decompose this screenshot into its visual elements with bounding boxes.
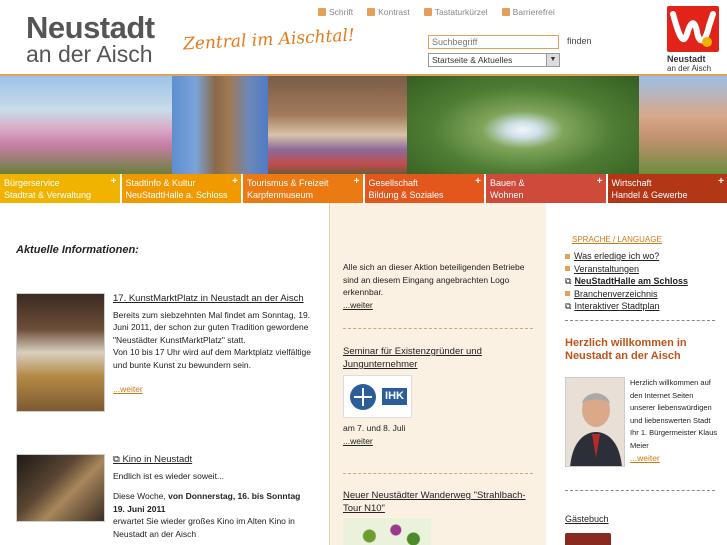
- external-link-icon: ⧉: [565, 301, 572, 311]
- news-body: Bereits zum siebzehnten Mal findet am So…: [113, 309, 311, 345]
- highlight-title[interactable]: Neuer Neustädter Wanderweg "Strahlbach-T…: [343, 489, 533, 515]
- nav-item-bauen[interactable]: Bauen & Wohnen +: [486, 174, 608, 203]
- read-more-link[interactable]: ...weiter: [630, 453, 660, 463]
- guestbook-link[interactable]: Gästebuch: [565, 514, 609, 524]
- search-input[interactable]: Suchbegriff: [428, 35, 559, 49]
- highlight-item: Seminar für Existenzgründer und Jungunte…: [343, 345, 533, 447]
- guestbook-image[interactable]: [565, 533, 611, 545]
- news-item: 17. KunstMarktPlatz in Neustadt an der A…: [16, 293, 321, 418]
- search-button[interactable]: finden: [567, 36, 592, 46]
- highlight-body: Alle sich an dieser Aktion beteiligenden…: [343, 262, 525, 297]
- highlight-title[interactable]: Seminar für Existenzgründer und Jungunte…: [343, 345, 533, 371]
- bullet-icon: [565, 291, 570, 297]
- ihk-logo-text: IHK: [382, 388, 407, 405]
- news-heading: Aktuelle Informationen:: [16, 244, 139, 256]
- nav-item-wirtschaft[interactable]: Wirtschaft Handel & Gewerbe +: [607, 174, 727, 203]
- divider: [565, 320, 715, 321]
- divider: [565, 490, 715, 491]
- font-size-link[interactable]: Schrift: [318, 7, 353, 17]
- banner-photo-castle: [639, 76, 727, 174]
- quick-link-branchen[interactable]: Branchenverzeichnis: [565, 288, 688, 301]
- font-size-icon: [318, 8, 326, 16]
- news-body-3: erwartet Sie wieder großes Kino im Alten…: [113, 516, 295, 539]
- bullet-icon: [565, 253, 570, 259]
- slogan: Zentral im Aischtal!: [182, 25, 356, 55]
- highlight-item: Alle sich an dieser Aktion beteiligenden…: [343, 261, 533, 311]
- quick-link-erledigen[interactable]: Was erledige ich wo?: [565, 250, 688, 263]
- accessibility-link[interactable]: Barrierefrei: [501, 7, 555, 17]
- divider: [343, 473, 533, 474]
- site-logo[interactable]: Neustadt an der Aisch: [26, 12, 155, 66]
- quick-link-veranstaltungen[interactable]: Veranstaltungen: [565, 263, 688, 276]
- city-logo-line1: Neustadt: [667, 54, 706, 64]
- plus-icon[interactable]: +: [111, 176, 117, 188]
- ihk-logo[interactable]: IHK: [343, 375, 412, 418]
- plus-icon[interactable]: +: [718, 176, 724, 188]
- welcome-text: Herzlich willkommen auf den Internet Sei…: [630, 378, 712, 425]
- contrast-icon: [367, 8, 376, 16]
- city-logo-mark: [667, 6, 719, 52]
- news-body-2: Von 10 bis 17 Uhr wird auf dem Marktplat…: [113, 347, 311, 370]
- news-title[interactable]: 17. KunstMarktPlatz in Neustadt an der A…: [113, 293, 313, 306]
- news-image-kino[interactable]: [16, 454, 105, 522]
- nav-item-gesellschaft[interactable]: Gesellschaft Bildung & Soziales +: [364, 174, 486, 203]
- welcome-heading: Herzlich willkommen in Neustadt an der A…: [565, 337, 687, 362]
- nav-item-tourismus[interactable]: Tourismus & Freizeit Karpfenmuseum +: [243, 174, 365, 203]
- logo-line2: an der Aisch: [26, 41, 153, 67]
- contrast-link[interactable]: Kontrast: [367, 7, 410, 17]
- plus-icon[interactable]: +: [354, 176, 360, 188]
- quick-link-stadtplan[interactable]: ⧉ Interaktiver Stadtplan: [565, 300, 688, 313]
- read-more-link[interactable]: ...weiter: [343, 300, 373, 310]
- plus-icon[interactable]: +: [597, 176, 603, 188]
- city-logo[interactable]: Neustadt an der Aisch: [667, 6, 720, 73]
- mayor-photo: [565, 377, 625, 467]
- divider: [343, 328, 533, 329]
- nav-item-buergerservice[interactable]: Bürgerservice Stadtrat & Verwaltung +: [0, 174, 122, 203]
- read-more-link[interactable]: ...weiter: [113, 384, 143, 394]
- banner-photo-blossom: [0, 76, 172, 174]
- wanderweg-image[interactable]: [343, 518, 431, 545]
- external-link-icon: ⧉: [565, 276, 572, 286]
- banner-photo-festival: [268, 76, 407, 174]
- keyboard-icon: [423, 8, 432, 16]
- news-column: Aktuelle Informationen: 17. KunstMarktPl…: [0, 203, 329, 545]
- news-image-kunstmarkt[interactable]: [16, 293, 105, 412]
- bullet-icon: [565, 266, 570, 272]
- news-title[interactable]: Kino in Neustadt: [122, 454, 192, 465]
- logo-line1: Neustadt: [26, 10, 155, 45]
- news-item: ⧉ Kino in Neustadt Endlich ist es wieder…: [16, 454, 321, 545]
- quick-link-neustadthalle[interactable]: ⧉ NeuStadtHalle am Schloss: [565, 275, 688, 288]
- read-more-link[interactable]: ...weiter: [343, 436, 373, 446]
- search-scope-value: Startseite & Aktuelles: [432, 55, 513, 65]
- banner-photo-tower: [172, 76, 268, 174]
- highlight-item: Neuer Neustädter Wanderweg "Strahlbach-T…: [343, 489, 533, 545]
- city-logo-line2: an der Aisch: [667, 64, 712, 73]
- news-body: Endlich ist es wieder soweit...: [113, 470, 225, 481]
- banner-photo-fountain: [407, 76, 639, 174]
- main-nav: Bürgerservice Stadtrat & Verwaltung + Stad…: [0, 174, 727, 203]
- header-banner: [0, 74, 727, 174]
- quick-links: Was erledige ich wo? Veranstaltungen ⧉ Ne…: [565, 250, 688, 313]
- plus-icon[interactable]: +: [475, 176, 481, 188]
- language-link[interactable]: SPRACHE / LANGUAGE: [572, 235, 662, 244]
- sidebar: SPRACHE / LANGUAGE Was erledige ich wo? …: [546, 203, 727, 545]
- highlights-column: Alle sich an dieser Aktion beteiligenden…: [329, 203, 546, 545]
- ihk-emblem-icon: [350, 383, 376, 410]
- accessibility-icon: [501, 8, 510, 16]
- keyboard-link[interactable]: Tastaturkürzel: [423, 7, 488, 17]
- welcome-signature: Ihr 1. Bürgermeister Klaus Meier: [630, 428, 718, 450]
- plus-icon[interactable]: +: [232, 176, 238, 188]
- accessibility-nav: Schrift Kontrast Tastaturkürzel Barriere…: [318, 7, 569, 17]
- highlight-body: am 7. und 8. Juli: [343, 423, 406, 433]
- nav-item-stadtinfo[interactable]: Stadtinfo & Kultur NeuStadtHalle a. Schlo…: [121, 174, 243, 203]
- search-scope-select[interactable]: Startseite & Aktuelles ▼: [428, 53, 560, 67]
- chevron-down-icon[interactable]: ▼: [546, 54, 559, 66]
